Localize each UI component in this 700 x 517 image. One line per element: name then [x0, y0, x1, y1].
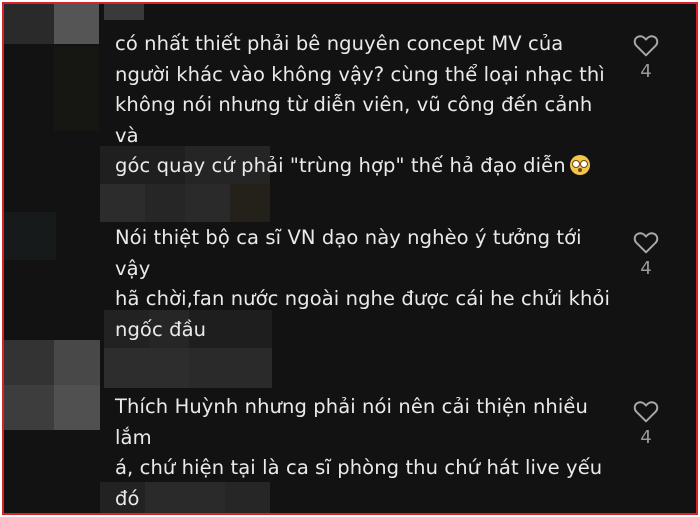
like-button-2[interactable]: 4 — [628, 230, 664, 279]
comment-text-2: Nói thiệt bộ ca sĩ VN dạo này nghèo ý tư… — [115, 223, 615, 345]
comment-line: Thích Huỳnh nhưng phải nói nên cải thiện… — [115, 395, 588, 449]
comment-line: ngốc đầu — [115, 317, 207, 341]
comment-line: á, chứ hiện tại là ca sĩ phòng thu chứ h… — [115, 456, 603, 479]
heart-icon — [633, 35, 659, 57]
comment-line: không nói nhưng từ diễn viên, vũ công đế… — [115, 93, 593, 147]
comment-line: góc quay cứ phải "trùng hợp" thế hả đạo … — [115, 151, 615, 182]
blurred-username-1 — [104, 4, 144, 20]
comment-text-1: có nhất thiết phải bê nguyên concept MV … — [115, 29, 615, 182]
comment-line: hã chời,fan nước ngoài nghe được cái he … — [115, 287, 610, 310]
heart-icon — [633, 232, 659, 254]
like-count: 4 — [640, 61, 652, 82]
comments-screenshot-frame: có nhất thiết phải bê nguyên concept MV … — [2, 2, 698, 515]
like-button-1[interactable]: 4 — [628, 33, 664, 82]
heart-icon — [633, 401, 659, 423]
flushed-face-emoji-icon — [569, 155, 590, 175]
blurred-avatar-3 — [4, 340, 100, 430]
like-button-3[interactable]: 4 — [628, 399, 664, 448]
comment-line: đó — [115, 486, 140, 510]
comment-line: có nhất thiết phải bê nguyên concept MV … — [115, 32, 564, 55]
like-count: 4 — [640, 427, 652, 448]
comment-line: người khác vào không vậy? cùng thể loại … — [115, 62, 605, 86]
like-count: 4 — [640, 258, 652, 279]
comment-text-3: Thích Huỳnh nhưng phải nói nên cải thiện… — [115, 392, 615, 513]
comment-line: Nói thiệt bộ ca sĩ VN dạo này nghèo ý tư… — [115, 226, 582, 280]
blurred-avatar-1 — [4, 4, 104, 44]
blurred-avatar-2 — [4, 212, 56, 260]
